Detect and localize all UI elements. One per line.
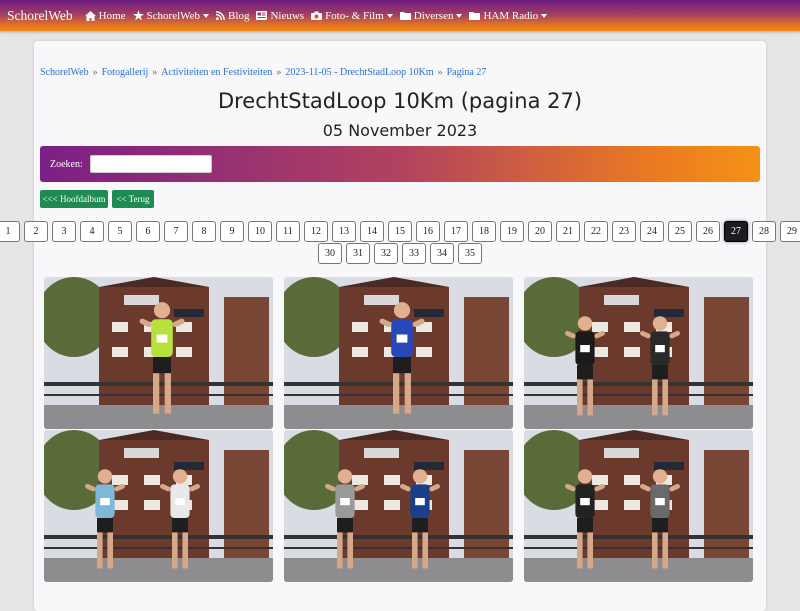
breadcrumb-current-page[interactable]: Pagina 27 xyxy=(447,67,487,78)
photo-image xyxy=(524,430,753,582)
nav-foto-film[interactable]: Foto- & Film xyxy=(311,10,393,22)
page-link-12[interactable]: 12 xyxy=(304,221,328,242)
photo-image xyxy=(44,430,273,582)
newspaper-icon xyxy=(256,11,268,20)
nav-diversen-label: Diversen xyxy=(413,9,454,22)
page-link-22[interactable]: 22 xyxy=(584,221,608,242)
page-link-30[interactable]: 30 xyxy=(318,243,342,264)
top-navbar: SchorelWeb Home SchorelWeb Blog Nieuws F… xyxy=(0,0,800,31)
page-link-23[interactable]: 23 xyxy=(612,221,636,242)
page-link-34[interactable]: 34 xyxy=(430,243,454,264)
photo-thumbnail[interactable] xyxy=(44,277,273,429)
page-link-3[interactable]: 3 xyxy=(52,221,76,242)
nav-schorelweb[interactable]: SchorelWeb xyxy=(132,9,210,22)
photo-image xyxy=(44,277,273,429)
photo-image xyxy=(284,277,513,429)
rss-icon xyxy=(216,11,225,20)
breadcrumb-schorelweb[interactable]: SchorelWeb xyxy=(40,67,89,78)
nav-diversen[interactable]: Diversen xyxy=(399,9,463,22)
photo-thumbnail[interactable] xyxy=(524,430,753,582)
page-link-24[interactable]: 24 xyxy=(640,221,664,242)
folder-icon xyxy=(399,11,411,20)
nav-nieuws-label: Nieuws xyxy=(270,9,305,22)
breadcrumb-separator: » xyxy=(437,67,443,78)
page-link-1[interactable]: 1 xyxy=(0,221,20,242)
nav-ham-radio[interactable]: HAM Radio xyxy=(469,9,548,22)
page-link-18[interactable]: 18 xyxy=(472,221,496,242)
breadcrumb-fotogallerij[interactable]: Fotogallerij xyxy=(102,67,149,78)
back-button[interactable]: << Terug xyxy=(112,190,154,208)
nav-ham-radio-label: HAM Radio xyxy=(483,9,539,22)
page-link-32[interactable]: 32 xyxy=(374,243,398,264)
page-link-16[interactable]: 16 xyxy=(416,221,440,242)
page-link-20[interactable]: 20 xyxy=(528,221,552,242)
photo-thumbnail[interactable] xyxy=(284,430,513,582)
page-link-7[interactable]: 7 xyxy=(164,221,188,242)
breadcrumb: SchorelWeb» Fotogallerij» Activiteiten en … xyxy=(40,67,486,78)
page-date: 05 November 2023 xyxy=(322,121,478,140)
nav-home-label: Home xyxy=(98,9,126,22)
page-link-28[interactable]: 28 xyxy=(752,221,776,242)
page-link-33[interactable]: 33 xyxy=(402,243,426,264)
pagination-row-1: 1 2 3 4 5 6 7 8 9 10 11 12 13 14 15 16 17 18 19 20 21 22 23 24 2… xyxy=(0,221,800,242)
page-link-31[interactable]: 31 xyxy=(346,243,370,264)
page-link-35[interactable]: 35 xyxy=(458,243,482,264)
dropdown-caret-icon xyxy=(203,13,210,18)
page-link-21[interactable]: 21 xyxy=(556,221,580,242)
folder-icon xyxy=(469,11,481,20)
page-link-19[interactable]: 19 xyxy=(500,221,524,242)
page-link-27[interactable]: 27 xyxy=(724,221,748,242)
nav-blog[interactable]: Blog xyxy=(216,10,249,22)
brand-link[interactable]: SchorelWeb xyxy=(7,8,73,24)
home-icon xyxy=(84,10,96,21)
page-link-25[interactable]: 25 xyxy=(668,221,692,242)
page-link-13[interactable]: 13 xyxy=(332,221,356,242)
nav-schorelweb-label: SchorelWeb xyxy=(146,9,201,22)
photo-image xyxy=(524,277,753,429)
page-link-15[interactable]: 15 xyxy=(388,221,412,242)
page-link-4[interactable]: 4 xyxy=(80,221,104,242)
pagination-row-2: 30 31 32 33 34 35 xyxy=(34,243,766,264)
breadcrumb-separator: » xyxy=(276,67,282,78)
page-link-5[interactable]: 5 xyxy=(108,221,132,242)
nav-foto-film-label: Foto- & Film xyxy=(325,9,384,22)
breadcrumb-separator: » xyxy=(92,67,98,78)
breadcrumb-album[interactable]: 2023-11-05 - DrechtStadLoop 10Km xyxy=(285,67,433,78)
photo-thumbnail[interactable] xyxy=(284,277,513,429)
search-bar: Zoeken: xyxy=(40,146,760,182)
dropdown-caret-icon xyxy=(456,13,463,18)
breadcrumb-activiteiten[interactable]: Activiteiten en Festiviteiten xyxy=(161,67,272,78)
page-link-29[interactable]: 29 xyxy=(780,221,800,242)
page-title: DrechtStadLoop 10Km (pagina 27) xyxy=(217,89,583,113)
nav-home[interactable]: Home xyxy=(84,9,126,22)
nav-nieuws[interactable]: Nieuws xyxy=(256,10,304,22)
page-link-9[interactable]: 9 xyxy=(220,221,244,242)
page-link-26[interactable]: 26 xyxy=(696,221,720,242)
breadcrumb-separator: » xyxy=(152,67,158,78)
page-link-2[interactable]: 2 xyxy=(24,221,48,242)
camera-icon xyxy=(311,11,323,20)
page-link-14[interactable]: 14 xyxy=(360,221,384,242)
photo-image xyxy=(284,430,513,582)
dropdown-caret-icon xyxy=(386,13,393,18)
page-link-10[interactable]: 10 xyxy=(248,221,272,242)
photo-thumbnail[interactable] xyxy=(524,277,753,429)
page-link-6[interactable]: 6 xyxy=(136,221,160,242)
page-link-11[interactable]: 11 xyxy=(276,221,300,242)
main-album-button[interactable]: <<< Hoofdalbum xyxy=(40,190,108,208)
dropdown-caret-icon xyxy=(541,13,548,18)
search-input[interactable] xyxy=(89,155,212,173)
search-label: Zoeken: xyxy=(50,158,83,170)
nav-blog-label: Blog xyxy=(228,9,250,22)
photo-thumbnail[interactable] xyxy=(44,430,273,582)
star-icon xyxy=(132,10,144,21)
page-link-17[interactable]: 17 xyxy=(444,221,468,242)
page-link-8[interactable]: 8 xyxy=(192,221,216,242)
